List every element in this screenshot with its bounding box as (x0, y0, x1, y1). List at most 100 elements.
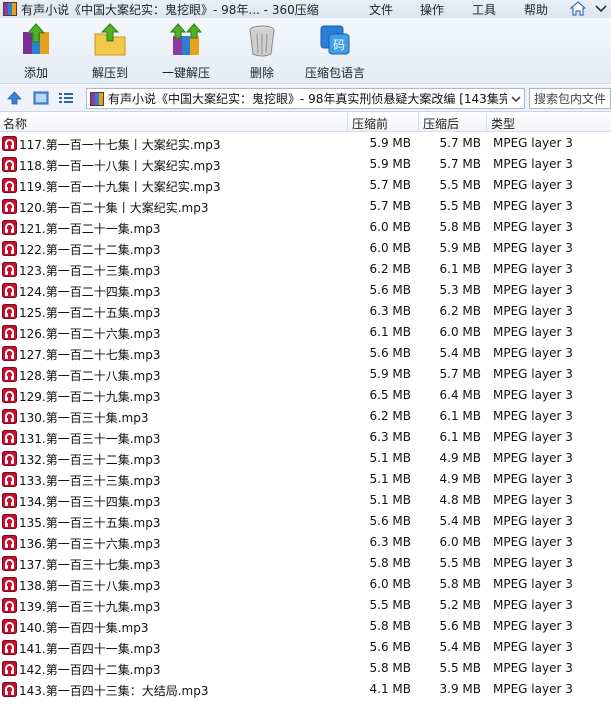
size-after: 5.5 MB (439, 199, 481, 213)
file-type: MPEG layer 3 (493, 136, 573, 150)
file-name: 136.第一百三十六集.mp3 (19, 537, 161, 551)
window-title: 有声小说《中国大案纪实：鬼挖眼》- 98年... - 360压缩 (21, 2, 319, 17)
table-row[interactable]: 142.第一百四十二集.mp3 5.8 MB 5.5 MB MPEG layer 3 (0, 658, 611, 679)
extract-to-button[interactable]: 解压到 (92, 22, 128, 81)
table-row[interactable]: 127.第一百二十七集.mp3 5.6 MB 5.4 MB MPEG layer 3 (0, 343, 611, 364)
column-uncompressed[interactable]: 压缩后 (423, 115, 459, 132)
column-name[interactable]: 名称 (3, 115, 27, 132)
arrow-up-icon[interactable] (7, 91, 22, 105)
file-type: MPEG layer 3 (493, 430, 573, 444)
table-row[interactable]: 130.第一百三十集.mp3 6.2 MB 6.1 MB MPEG layer 3 (0, 406, 611, 427)
column-compressed[interactable]: 压缩前 (352, 115, 388, 132)
size-after: 3.9 MB (439, 682, 481, 696)
path-dropdown-button[interactable] (507, 88, 525, 109)
size-before: 5.9 MB (369, 157, 411, 171)
archive-encoding-button[interactable]: 码 压缩包语言 (305, 22, 365, 81)
size-before: 5.6 MB (369, 283, 411, 297)
file-type: MPEG layer 3 (493, 304, 573, 318)
file-name: 118.第一百一十八集丨大案纪实.mp3 (19, 159, 221, 173)
table-row[interactable]: 125.第一百二十五集.mp3 6.3 MB 6.2 MB MPEG layer 3 (0, 301, 611, 322)
size-after: 6.2 MB (439, 304, 481, 318)
size-after: 6.1 MB (439, 430, 481, 444)
file-type: MPEG layer 3 (493, 220, 573, 234)
table-row[interactable]: 136.第一百三十六集.mp3 6.3 MB 6.0 MB MPEG layer 3 (0, 532, 611, 553)
file-name: 129.第一百二十九集.mp3 (19, 390, 161, 404)
file-name: 123.第一百二十三集.mp3 (19, 264, 161, 278)
menu-tools[interactable]: 工具 (472, 0, 496, 18)
thumbnail-view-icon[interactable] (33, 91, 49, 105)
size-before: 6.5 MB (369, 388, 411, 402)
file-type: MPEG layer 3 (493, 241, 573, 255)
menu-operate[interactable]: 操作 (420, 0, 444, 18)
table-row[interactable]: 139.第一百三十九集.mp3 5.5 MB 5.2 MB MPEG layer 3 (0, 595, 611, 616)
table-row[interactable]: 137.第一百三十七集.mp3 5.8 MB 5.5 MB MPEG layer 3 (0, 553, 611, 574)
size-before: 6.3 MB (369, 535, 411, 549)
table-row[interactable]: 135.第一百三十五集.mp3 5.6 MB 5.4 MB MPEG layer 3 (0, 511, 611, 532)
table-row[interactable]: 140.第一百四十集.mp3 5.8 MB 5.6 MB MPEG layer 3 (0, 616, 611, 637)
table-row[interactable]: 134.第一百三十四集.mp3 5.1 MB 4.8 MB MPEG layer 3 (0, 490, 611, 511)
table-row[interactable]: 133.第一百三十三集.mp3 5.1 MB 4.9 MB MPEG layer 3 (0, 469, 611, 490)
table-row[interactable]: 120.第一百二十集丨大案纪实.mp3 5.7 MB 5.5 MB MPEG laye… (0, 196, 611, 217)
mp3-file-icon (2, 388, 17, 403)
file-type: MPEG layer 3 (493, 682, 573, 696)
table-row[interactable]: 129.第一百二十九集.mp3 6.5 MB 6.4 MB MPEG layer 3 (0, 385, 611, 406)
size-after: 5.5 MB (439, 178, 481, 192)
file-type: MPEG layer 3 (493, 577, 573, 591)
table-row[interactable]: 123.第一百二十三集.mp3 6.2 MB 6.1 MB MPEG layer 3 (0, 259, 611, 280)
column-type[interactable]: 类型 (491, 115, 515, 132)
column-divider[interactable] (347, 113, 348, 132)
file-type: MPEG layer 3 (493, 535, 573, 549)
table-row[interactable]: 132.第一百三十二集.mp3 5.1 MB 4.9 MB MPEG layer 3 (0, 448, 611, 469)
file-name: 119.第一百一十九集丨大案纪实.mp3 (19, 180, 221, 194)
mp3-file-icon (2, 346, 17, 361)
add-button[interactable]: 添加 (18, 22, 54, 81)
menu-help[interactable]: 帮助 (524, 0, 548, 18)
table-row[interactable]: 118.第一百一十八集丨大案纪实.mp3 5.9 MB 5.7 MB MPEG lay… (0, 154, 611, 175)
one-click-extract-button[interactable]: 一键解压 (162, 22, 210, 81)
path-field[interactable]: 有声小说《中国大案纪实：鬼挖眼》- 98年真实刑侦悬疑大案改编 [143集完结] (86, 88, 510, 109)
mp3-file-icon (2, 367, 17, 382)
mp3-file-icon (2, 283, 17, 298)
size-before: 6.2 MB (369, 409, 411, 423)
file-name: 142.第一百四十二集.mp3 (19, 663, 161, 677)
size-after: 6.0 MB (439, 535, 481, 549)
file-name: 127.第一百二十七集.mp3 (19, 348, 161, 362)
delete-button[interactable]: 删除 (244, 22, 280, 81)
table-row[interactable]: 138.第一百三十八集.mp3 6.0 MB 5.8 MB MPEG layer 3 (0, 574, 611, 595)
size-after: 5.7 MB (439, 136, 481, 150)
size-after: 5.2 MB (439, 598, 481, 612)
mp3-file-icon (2, 199, 17, 214)
size-before: 5.8 MB (369, 661, 411, 675)
table-row[interactable]: 126.第一百二十六集.mp3 6.1 MB 6.0 MB MPEG layer 3 (0, 322, 611, 343)
file-name: 143.第一百四十三集：大结局.mp3 (19, 684, 209, 698)
table-row[interactable]: 117.第一百一十七集丨大案纪实.mp3 5.9 MB 5.7 MB MPEG lay… (0, 133, 611, 154)
size-before: 6.0 MB (369, 241, 411, 255)
file-name: 122.第一百二十二集.mp3 (19, 243, 161, 257)
table-row[interactable]: 122.第一百二十二集.mp3 6.0 MB 5.9 MB MPEG layer 3 (0, 238, 611, 259)
address-bar: 有声小说《中国大案纪实：鬼挖眼》- 98年真实刑侦悬疑大案改编 [143集完结] (0, 85, 611, 112)
size-after: 5.3 MB (439, 283, 481, 297)
menu-file[interactable]: 文件 (369, 0, 393, 18)
table-row[interactable]: 121.第一百二十一集.mp3 6.0 MB 5.8 MB MPEG layer 3 (0, 217, 611, 238)
svg-text:码: 码 (333, 38, 345, 52)
search-input[interactable] (529, 88, 611, 109)
mp3-file-icon (2, 682, 17, 697)
list-view-icon[interactable] (58, 91, 74, 105)
home-icon[interactable] (570, 1, 586, 16)
table-row[interactable]: 124.第一百二十四集.mp3 5.6 MB 5.3 MB MPEG layer 3 (0, 280, 611, 301)
table-row[interactable]: 143.第一百四十三集：大结局.mp3 4.1 MB 3.9 MB MPEG laye… (0, 679, 611, 700)
file-type: MPEG layer 3 (493, 472, 573, 486)
column-divider[interactable] (418, 113, 419, 132)
table-row[interactable]: 131.第一百三十一集.mp3 6.3 MB 6.1 MB MPEG layer 3 (0, 427, 611, 448)
table-row[interactable]: 128.第一百二十八集.mp3 5.9 MB 5.7 MB MPEG layer 3 (0, 364, 611, 385)
size-before: 6.3 MB (369, 304, 411, 318)
size-after: 4.9 MB (439, 451, 481, 465)
size-after: 5.5 MB (439, 661, 481, 675)
extract-folder-icon (94, 23, 126, 56)
file-type: MPEG layer 3 (493, 262, 573, 276)
file-type: MPEG layer 3 (493, 178, 573, 192)
table-row[interactable]: 119.第一百一十九集丨大案纪实.mp3 5.7 MB 5.5 MB MPEG lay… (0, 175, 611, 196)
column-divider[interactable] (486, 113, 487, 132)
chevron-down-icon[interactable] (595, 3, 607, 15)
table-row[interactable]: 141.第一百四十一集.mp3 5.6 MB 5.4 MB MPEG layer 3 (0, 637, 611, 658)
